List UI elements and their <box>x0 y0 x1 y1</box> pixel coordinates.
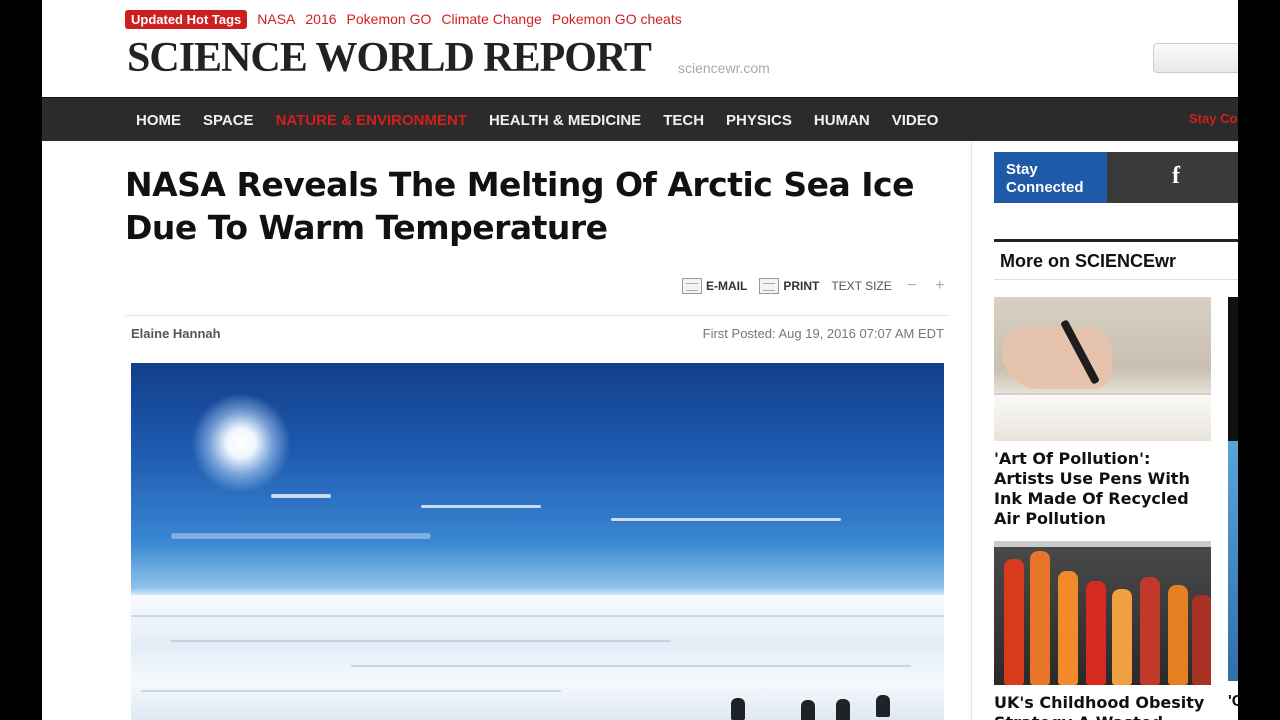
main-nav: HOME SPACE NATURE & ENVIRONMENT HEALTH &… <box>42 97 1238 141</box>
article-headline: NASA Reveals The Melting Of Arctic Sea I… <box>125 165 914 247</box>
hot-tags-label: Updated Hot Tags <box>125 9 248 29</box>
nav-stay-connected[interactable]: Stay Co <box>1189 111 1237 126</box>
explorer-figure <box>731 698 745 720</box>
cloud <box>611 518 841 521</box>
ice-field <box>131 595 944 720</box>
nav-item-tech[interactable]: TECH <box>652 112 715 129</box>
text-size-label: TEXT SIZE <box>831 279 892 293</box>
bottle-image <box>1192 595 1211 685</box>
sidebar-divider <box>971 141 972 720</box>
article-author[interactable]: Elaine Hannah <box>131 326 221 341</box>
more-on-title: More on SCIENCEwr <box>1000 251 1177 271</box>
hot-tag-pokemon-go[interactable]: Pokemon GO <box>347 11 432 27</box>
email-label: E-MAIL <box>706 279 748 293</box>
print-button[interactable]: PRINT <box>759 278 819 294</box>
site-logo[interactable]: SCIENCE WORLD REPORT <box>127 34 652 82</box>
nav-item-health-medicine[interactable]: HEALTH & MEDICINE <box>478 112 652 129</box>
story-thumbnail-pollution[interactable] <box>994 297 1211 441</box>
ice-ridge <box>131 615 944 617</box>
cloud <box>271 494 331 498</box>
stay-connected-box: Stay Connected <box>994 152 1107 203</box>
hot-tag-climate-change[interactable]: Climate Change <box>441 11 541 27</box>
more-underline <box>994 279 1238 280</box>
book-image <box>994 393 1211 441</box>
page: Updated Hot Tags NASA 2016 Pokemon GO Cl… <box>42 0 1238 720</box>
sun-glare <box>191 393 291 493</box>
story-thumbnail-obesity[interactable] <box>994 541 1211 685</box>
facebook-icon[interactable]: f <box>1172 163 1180 190</box>
explorer-figure <box>836 699 850 720</box>
bottle-image <box>1140 577 1160 685</box>
bottle-image <box>1004 559 1024 685</box>
story-title-pollution[interactable]: 'Art Of Pollution': Artists Use Pens Wit… <box>994 449 1214 529</box>
print-icon <box>759 278 780 294</box>
more-divider <box>994 239 1238 242</box>
email-button[interactable]: E-MAIL <box>682 278 747 294</box>
nav-item-video[interactable]: VIDEO <box>881 112 950 129</box>
clipped-story-text: 'C <box>1228 693 1238 710</box>
site-domain: sciencewr.com <box>678 60 770 76</box>
search-input[interactable] <box>1153 43 1238 73</box>
email-icon <box>682 278 702 294</box>
text-size-decrease-button[interactable]: − <box>904 278 920 294</box>
article-date: First Posted: Aug 19, 2016 07:07 AM EDT <box>702 326 944 341</box>
cloud <box>171 533 431 539</box>
clipped-ad <box>1228 441 1238 681</box>
hot-tag-2016[interactable]: 2016 <box>305 11 336 27</box>
byline-divider <box>125 315 948 316</box>
bottle-image <box>1086 581 1106 685</box>
nav-item-space[interactable]: SPACE <box>192 112 265 129</box>
ice-ridge <box>141 690 561 692</box>
ice-ridge <box>351 665 911 667</box>
ice-ridge <box>171 640 671 642</box>
article-tools: E-MAIL PRINT TEXT SIZE − + <box>682 278 948 294</box>
nav-item-human[interactable]: HUMAN <box>803 112 881 129</box>
cloud <box>421 505 541 508</box>
bottle-image <box>1168 585 1188 685</box>
nav-item-physics[interactable]: PHYSICS <box>715 112 803 129</box>
bottle-image <box>1112 589 1132 685</box>
nav-item-home[interactable]: HOME <box>125 112 192 129</box>
clipped-ad <box>1228 297 1238 441</box>
bottle-image <box>1030 551 1050 685</box>
hot-tags-bar: Updated Hot Tags NASA 2016 Pokemon GO Cl… <box>125 9 682 29</box>
nav-item-nature-environment[interactable]: NATURE & ENVIRONMENT <box>265 112 478 129</box>
shelf <box>994 541 1211 547</box>
story-title-obesity[interactable]: UK's Childhood Obesity Strategy A Wasted <box>994 693 1214 720</box>
print-label: PRINT <box>783 279 820 293</box>
bottle-image <box>1058 571 1078 685</box>
article-hero-image <box>131 363 944 720</box>
text-size-increase-button[interactable]: + <box>932 278 948 294</box>
explorer-figure <box>801 700 815 720</box>
hot-tag-pokemon-go-cheats[interactable]: Pokemon GO cheats <box>552 11 682 27</box>
explorer-figure <box>876 695 890 717</box>
hot-tag-nasa[interactable]: NASA <box>257 11 295 27</box>
